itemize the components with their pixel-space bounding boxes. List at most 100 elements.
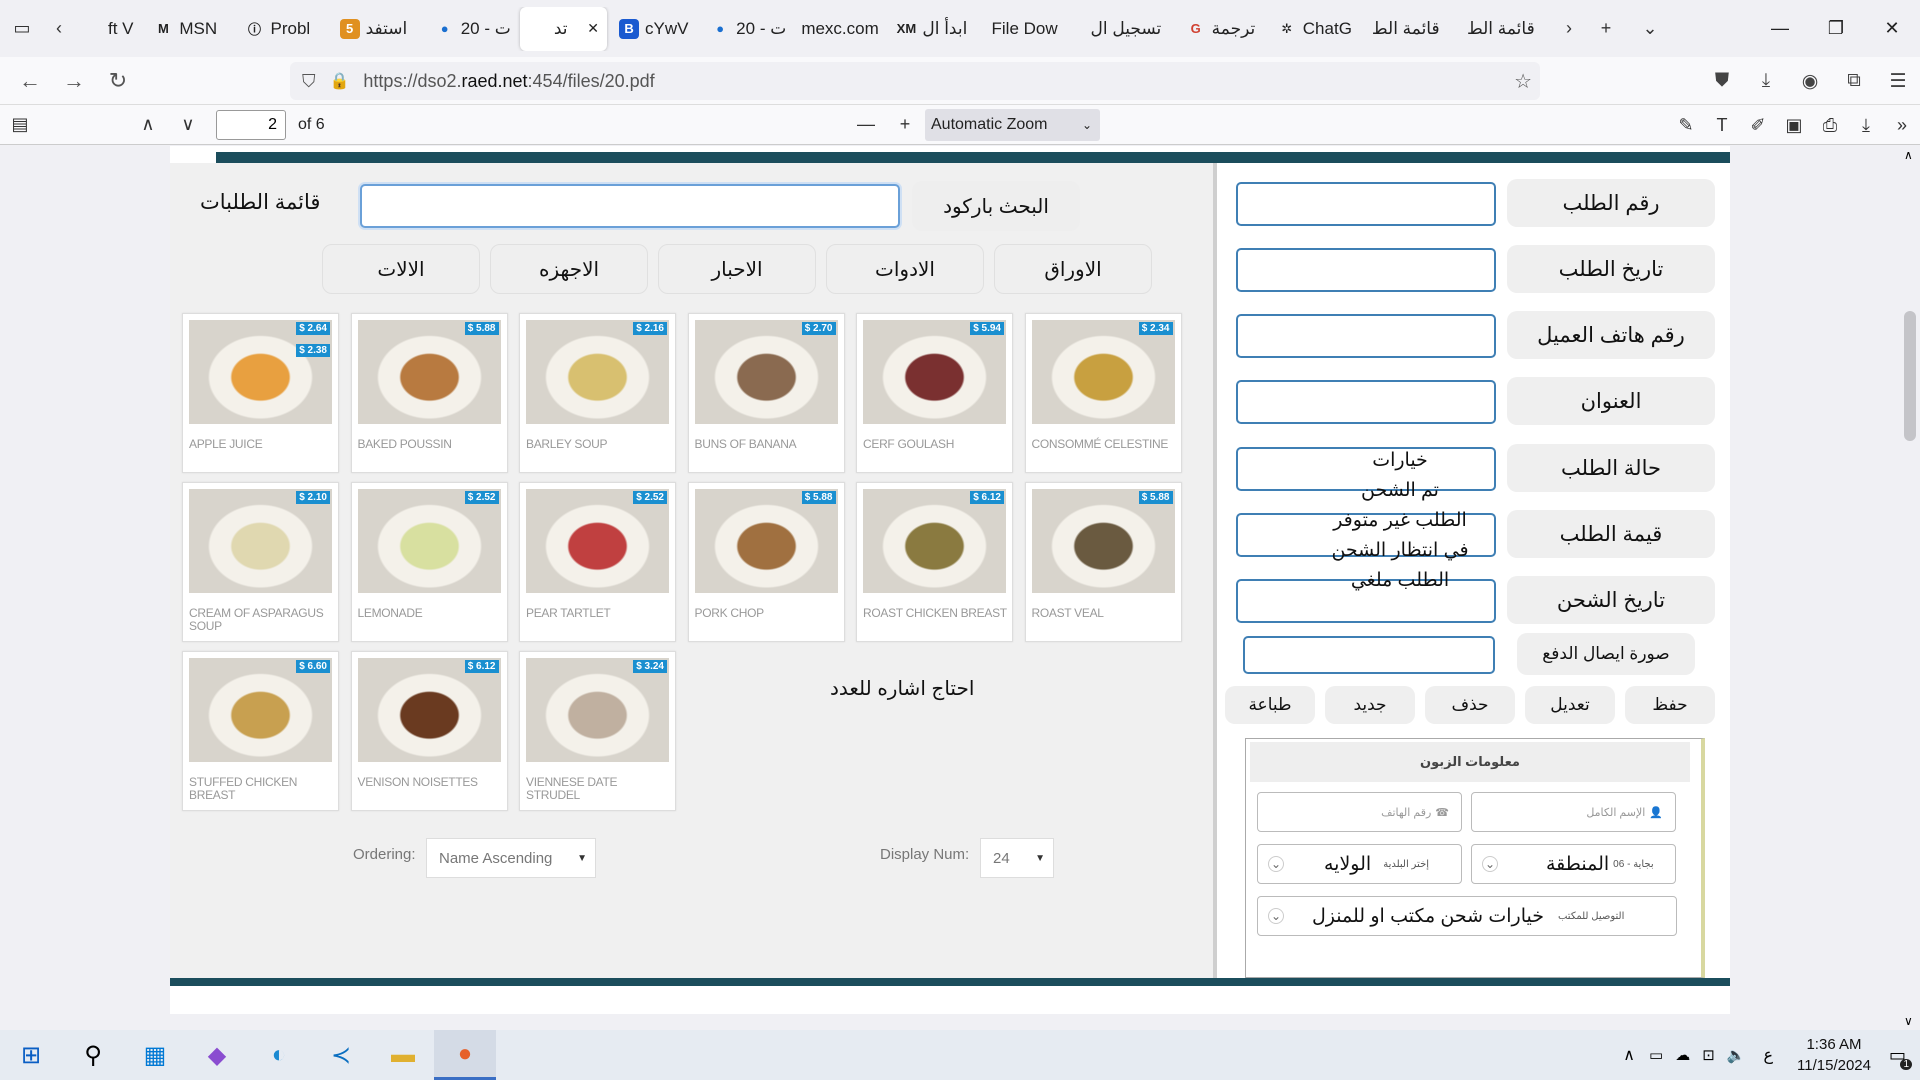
- close-tab-icon[interactable]: ✕: [587, 20, 599, 37]
- product-tile[interactable]: $ 6.12 VENISON NOISETTES: [350, 651, 508, 811]
- browser-tab[interactable]: BcYwV: [611, 7, 702, 51]
- zoom-out-icon[interactable]: —: [846, 109, 886, 141]
- sidebar-toggle-icon[interactable]: ▤: [0, 109, 40, 141]
- input-language[interactable]: ع: [1763, 1045, 1773, 1065]
- category-button[interactable]: الاوراق: [994, 244, 1152, 294]
- print-icon[interactable]: ⎙: [1812, 115, 1848, 136]
- product-tile[interactable]: $ 2.52 PEAR TARTLET: [519, 482, 676, 642]
- product-tile[interactable]: $ 2.64 $ 2.38 APPLE JUICE: [182, 313, 339, 473]
- action-button[interactable]: جديد: [1325, 686, 1415, 724]
- list-all-tabs-icon[interactable]: ⌄: [1628, 7, 1672, 51]
- category-button[interactable]: الاحبار: [658, 244, 816, 294]
- clock[interactable]: 1:36 AM 11/15/2024: [1797, 1034, 1871, 1076]
- product-tile[interactable]: $ 6.12 ROAST CHICKEN BREAST: [856, 482, 1013, 642]
- status-options-list[interactable]: خيارات تم الشحن الطلب غير متوفر في انتظا…: [1275, 446, 1525, 596]
- category-button[interactable]: الاجهزه: [490, 244, 648, 294]
- search-icon[interactable]: ⚲: [62, 1030, 124, 1080]
- menu-icon[interactable]: ☰: [1876, 70, 1920, 93]
- field-input[interactable]: [1243, 636, 1495, 674]
- field-input[interactable]: [1236, 248, 1496, 292]
- address-bar[interactable]: ⛉ 🔒 https://dso2. raed.net:454/files/20.p…: [290, 62, 1540, 100]
- browser-tab[interactable]: تد ✕: [519, 6, 608, 51]
- pdf-viewer[interactable]: قائمة الطلبات البحث باركود الاوراق الادوا…: [0, 146, 1900, 1030]
- save-icon[interactable]: ⤓: [1848, 115, 1884, 136]
- scrollbar-thumb[interactable]: [1904, 311, 1916, 441]
- downloads-icon[interactable]: ⤓: [1744, 70, 1788, 92]
- category-button[interactable]: الادوات: [826, 244, 984, 294]
- tabs-scroll-right-icon[interactable]: ›: [1554, 7, 1584, 51]
- browser-tab[interactable]: 5 استفد: [332, 7, 427, 51]
- action-button[interactable]: حذف: [1425, 686, 1515, 724]
- product-tile[interactable]: $ 5.88 PORK CHOP: [687, 482, 845, 642]
- forward-icon[interactable]: →: [52, 61, 96, 101]
- tools-menu-icon[interactable]: »: [1884, 115, 1920, 136]
- new-tab-icon[interactable]: +: [1584, 7, 1628, 51]
- display-num-select[interactable]: 24 ▼: [980, 838, 1054, 878]
- browser-tab[interactable]: قائمة الط: [1459, 7, 1554, 51]
- status-option[interactable]: في انتظار الشحن: [1275, 536, 1525, 566]
- meet-icon[interactable]: ▭: [1649, 1046, 1663, 1064]
- phone-field[interactable]: رقم الهاتف ☎: [1257, 792, 1462, 832]
- minimize-icon[interactable]: —: [1752, 18, 1808, 39]
- browser-tab[interactable]: ● ت - 20: [427, 7, 516, 51]
- action-button[interactable]: حفظ: [1625, 686, 1715, 724]
- shipping-select[interactable]: ⌄ خيارات شحن مكتب او للمنزل التوصيل للمك…: [1257, 896, 1677, 936]
- product-tile[interactable]: $ 3.24 VIENNESE DATE STRUDEL: [519, 651, 676, 811]
- shield-icon[interactable]: ⛉: [302, 71, 316, 92]
- volume-icon[interactable]: 🔈: [1727, 1046, 1746, 1064]
- scroll-up-icon[interactable]: ∧: [1904, 148, 1913, 162]
- product-tile[interactable]: $ 5.88 ROAST VEAL: [1024, 482, 1182, 642]
- field-input[interactable]: [1236, 380, 1496, 424]
- action-button[interactable]: طباعة: [1225, 686, 1315, 724]
- product-tile[interactable]: $ 5.94 CERF GOULASH: [856, 313, 1013, 473]
- notifications-icon[interactable]: ▭ 1: [1889, 1045, 1912, 1070]
- category-button[interactable]: الالات: [322, 244, 480, 294]
- text-tool-icon[interactable]: T: [1704, 115, 1740, 136]
- full-name-field[interactable]: الإسم الكامل 👤: [1471, 792, 1676, 832]
- extensions-icon[interactable]: ⧉: [1832, 70, 1876, 92]
- scroll-down-icon[interactable]: ∨: [1904, 1014, 1913, 1028]
- store-icon[interactable]: ▦: [124, 1030, 186, 1080]
- product-tile[interactable]: $ 2.10 CREAM OF ASPARAGUS SOUP: [182, 482, 339, 642]
- zoom-select[interactable]: Automatic Zoom ⌄: [925, 109, 1100, 141]
- status-option[interactable]: خيارات: [1275, 446, 1525, 476]
- barcode-input[interactable]: [360, 184, 900, 228]
- browser-tab[interactable]: XM ابدأ ال: [888, 7, 983, 51]
- page-number-input[interactable]: 2: [216, 109, 286, 140]
- browser-tab[interactable]: M MSN: [145, 7, 236, 51]
- reload-icon[interactable]: ↻: [96, 61, 140, 101]
- browser-tab[interactable]: ⓘ Probl: [237, 7, 332, 51]
- browser-tab[interactable]: ● ت - 20: [702, 7, 793, 51]
- copilot-icon[interactable]: ◆: [186, 1030, 248, 1080]
- product-tile[interactable]: $ 2.52 LEMONADE: [350, 482, 508, 642]
- status-option[interactable]: الطلب ملغي: [1275, 566, 1525, 596]
- ordering-select[interactable]: Name Ascending ▼: [426, 838, 596, 878]
- city-select[interactable]: ⌄ الولايه إختر البلدية: [1257, 844, 1462, 884]
- network-icon[interactable]: ⊡: [1702, 1046, 1715, 1064]
- tray-overflow-icon[interactable]: ∧: [1623, 1045, 1635, 1065]
- browser-tab[interactable]: ft V: [74, 7, 145, 51]
- tabs-scroll-left-icon[interactable]: ‹: [44, 7, 74, 51]
- product-tile[interactable]: $ 6.60 STUFFED CHICKEN BREAST: [182, 651, 339, 811]
- previous-page-icon[interactable]: ∧: [128, 109, 168, 141]
- onedrive-icon[interactable]: ☁: [1675, 1046, 1690, 1064]
- product-tile[interactable]: $ 2.70 BUNS OF BANANA: [687, 313, 845, 473]
- file-explorer-icon[interactable]: ▬: [372, 1030, 434, 1080]
- tab-overview-icon[interactable]: ▭: [0, 7, 44, 51]
- browser-tab[interactable]: تسجيل ال: [1083, 7, 1178, 51]
- browser-tab[interactable]: G ترجمة: [1178, 7, 1269, 51]
- barcode-search-button[interactable]: البحث باركود: [912, 181, 1080, 231]
- region-select[interactable]: ⌄ المنطقة 06 - بجاية: [1471, 844, 1676, 884]
- firefox-icon[interactable]: ●: [434, 1030, 496, 1080]
- restore-icon[interactable]: ❐: [1808, 18, 1864, 39]
- action-button[interactable]: تعديل: [1525, 686, 1615, 724]
- draw-icon[interactable]: ✐: [1740, 115, 1776, 136]
- product-tile[interactable]: $ 2.34 CONSOMMÉ CELESTINE: [1024, 313, 1182, 473]
- windows-start-icon[interactable]: ⊞: [0, 1030, 62, 1080]
- browser-tab[interactable]: File Dow: [984, 7, 1083, 51]
- highlight-icon[interactable]: ✎: [1668, 115, 1704, 136]
- image-tool-icon[interactable]: ▣: [1776, 115, 1812, 136]
- account-icon[interactable]: ◉: [1788, 70, 1832, 93]
- edge-icon[interactable]: ◐: [248, 1030, 310, 1080]
- browser-tab[interactable]: mexc.com: [793, 7, 888, 51]
